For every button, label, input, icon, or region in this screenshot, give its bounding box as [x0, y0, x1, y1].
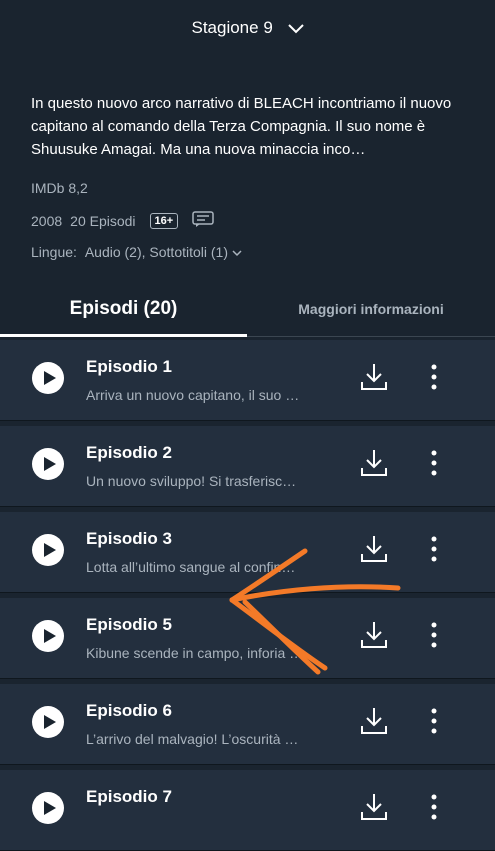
- download-icon[interactable]: [360, 706, 388, 736]
- episode-title: Episodio 2: [86, 443, 172, 462]
- episode-synopsis: Kibune scende in campo, inforia …: [86, 645, 304, 661]
- more-vertical-icon[interactable]: [426, 362, 442, 392]
- more-vertical-icon[interactable]: [426, 620, 442, 650]
- download-icon[interactable]: [360, 362, 388, 392]
- languages-value: Audio (2), Sottotitoli (1): [84, 244, 228, 260]
- tab-episodes[interactable]: Episodi (20): [0, 290, 247, 337]
- play-icon[interactable]: [32, 620, 64, 652]
- episode-synopsis: Arriva un nuovo capitano, il suo …: [86, 387, 300, 403]
- list-item[interactable]: Episodio 6 L’arrivo del malvagio! L’oscu…: [0, 684, 495, 765]
- more-vertical-icon[interactable]: [426, 706, 442, 736]
- episode-title: Episodio 3: [86, 529, 172, 548]
- episode-synopsis: Lotta all’ultimo sangue al confin…: [86, 559, 296, 575]
- more-vertical-icon[interactable]: [426, 534, 442, 564]
- tab-more-info[interactable]: Maggiori informazioni: [247, 290, 495, 334]
- episode-title: Episodio 7: [86, 787, 172, 806]
- download-icon[interactable]: [360, 792, 388, 822]
- play-icon[interactable]: [32, 792, 64, 824]
- download-icon[interactable]: [360, 534, 388, 564]
- subtitles-icon: [192, 211, 214, 230]
- more-vertical-icon[interactable]: [426, 792, 442, 822]
- chevron-down-icon: [287, 19, 304, 39]
- episode-title: Episodio 6: [86, 701, 172, 720]
- episode-synopsis: L’arrivo del malvagio! L’oscurità …: [86, 731, 299, 747]
- play-icon[interactable]: [32, 362, 64, 394]
- list-item[interactable]: Episodio 3 Lotta all’ultimo sangue al co…: [0, 512, 495, 593]
- episode-count: 20 Episodi: [70, 212, 136, 229]
- list-item[interactable]: Episodio 2 Un nuovo sviluppo! Si trasfer…: [0, 426, 495, 507]
- release-year: 2008: [31, 212, 63, 229]
- episode-synopsis: Un nuovo sviluppo! Si trasferisc…: [86, 473, 297, 489]
- season-selector[interactable]: Stagione 9: [0, 18, 495, 39]
- languages[interactable]: Lingue: Audio (2), Sottotitoli (1): [31, 244, 242, 260]
- episode-title: Episodio 5: [86, 615, 172, 634]
- season-label: Stagione 9: [191, 18, 273, 37]
- download-icon[interactable]: [360, 448, 388, 478]
- list-item[interactable]: Episodio 5 Kibune scende in campo, infor…: [0, 598, 495, 679]
- play-icon[interactable]: [32, 448, 64, 480]
- imdb-rating: IMDb 8,2: [31, 180, 88, 196]
- episode-title: Episodio 1: [86, 357, 172, 376]
- tab-bar: Episodi (20) Maggiori informazioni: [0, 290, 495, 337]
- play-icon[interactable]: [32, 534, 64, 566]
- list-item[interactable]: Episodio 1 Arriva un nuovo capitano, il …: [0, 340, 495, 421]
- chevron-down-icon: [232, 244, 242, 260]
- age-rating-badge: 16+: [149, 212, 179, 229]
- list-item[interactable]: Episodio 7: [0, 770, 495, 851]
- season-description[interactable]: In questo nuovo arco narrativo di BLEACH…: [31, 92, 471, 161]
- languages-label: Lingue:: [31, 244, 77, 260]
- more-vertical-icon[interactable]: [426, 448, 442, 478]
- season-meta: 2008 20 Episodi 16+: [31, 211, 222, 230]
- download-icon[interactable]: [360, 620, 388, 650]
- play-icon[interactable]: [32, 706, 64, 738]
